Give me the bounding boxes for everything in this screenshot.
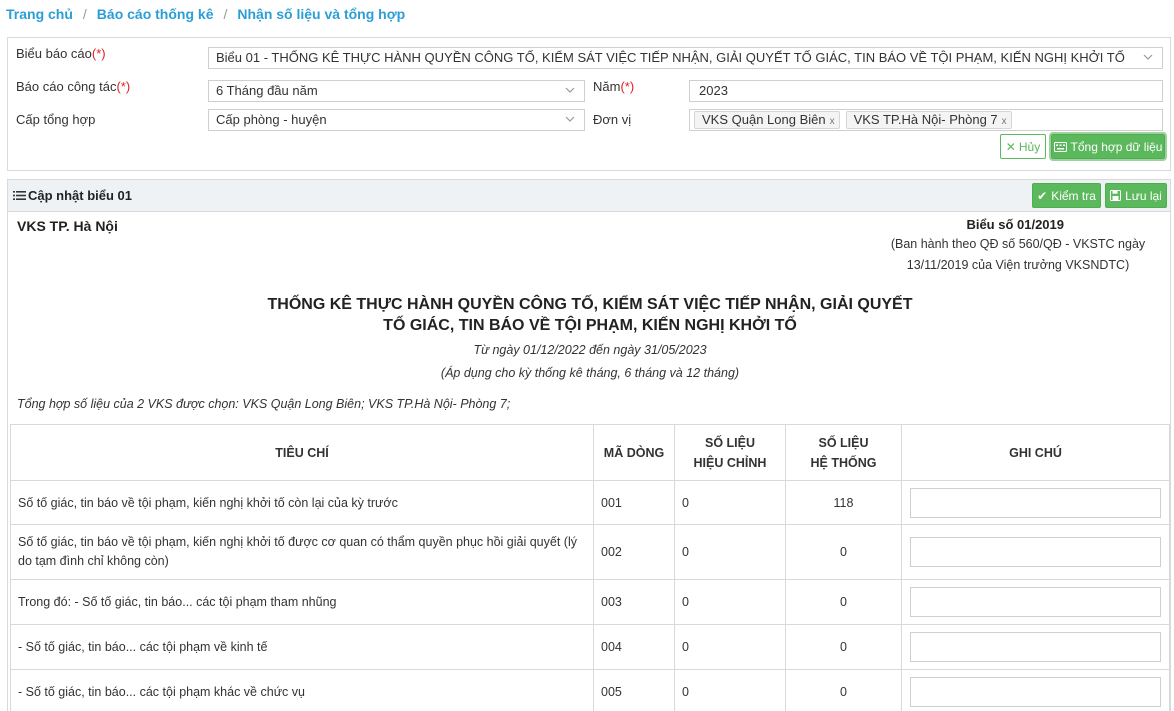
report-form-label: Biểu báo cáo(*) [16,46,106,61]
criteria-cell: - Số tố giác, tin báo... các tội phạm về… [10,624,594,670]
list-icon [13,191,26,200]
keyboard-icon [1053,141,1067,152]
report-summary: Tổng hợp số liệu của 2 VKS được chọn: VK… [17,397,511,411]
column-header-criteria: TIÊU CHÍ [10,424,594,481]
column-header-system: SỐ LIỆU HỆ THỐNG [785,424,902,481]
report-form-select[interactable]: Biểu 01 - THỐNG KÊ THỰC HÀNH QUYỀN CÔNG … [208,47,1163,69]
breadcrumb-separator: / [223,6,228,22]
adjusted-value-cell[interactable]: 0 [674,524,786,580]
system-value-cell: 0 [785,624,902,670]
unit-multiselect[interactable]: VKS Quận Long Biên x VKS TP.Hà Nội- Phòn… [689,109,1163,131]
line-code-cell: 005 [593,669,675,711]
note-input[interactable] [910,537,1161,567]
section-title: Cập nhật biểu 01 [13,188,132,203]
system-value-cell: 0 [785,669,902,711]
close-icon: ✕ [1005,139,1016,154]
adjusted-value-cell[interactable]: 0 [674,579,786,625]
criteria-cell: Số tố giác, tin báo về tội phạm, kiến ng… [10,480,594,525]
note-cell [901,480,1170,525]
note-cell [901,669,1170,711]
level-select[interactable]: Cấp phòng - huyện [208,109,585,131]
save-button[interactable]: Lưu lại [1105,183,1167,208]
note-cell [901,624,1170,670]
issued-note: (Ban hành theo QĐ số 560/QĐ - VKSTC ngày… [890,237,1146,272]
level-label: Cấp tổng hợp [16,112,96,127]
column-header-line-code: MÃ DÒNG [593,424,675,481]
organization-name: VKS TP. Hà Nội [17,218,118,234]
breadcrumb-home[interactable]: Trang chủ [6,6,73,22]
note-input[interactable] [910,677,1161,707]
unit-label: Đơn vị [593,112,632,127]
form-number: Biểu số 01/2019 [966,217,1064,232]
unit-chip: VKS TP.Hà Nội- Phòng 7 x [845,111,1012,130]
floppy-disk-icon [1110,190,1122,201]
note-cell [901,524,1170,580]
line-code-cell: 003 [593,579,675,625]
table-row: - Số tố giác, tin báo... các tội phạm kh… [10,669,1170,711]
breadcrumb-reports[interactable]: Báo cáo thống kê [97,6,214,22]
adjusted-value-cell[interactable]: 0 [674,669,786,711]
report-body: VKS TP. Hà Nội Biểu số 01/2019 (Ban hành… [7,212,1171,711]
work-report-label: Báo cáo công tác(*) [16,79,131,94]
section-header: Cập nhật biểu 01 ✔ Kiểm tra Lưu lại [7,179,1171,212]
report-table: TIÊU CHÍ MÃ DÒNG SỐ LIỆU HIỆU CHỈNH SỐ L… [10,424,1170,711]
criteria-cell: - Số tố giác, tin báo... các tội phạm kh… [10,669,594,711]
chevron-down-icon [565,116,575,122]
breadcrumb: Trang chủ / Báo cáo thống kê / Nhận số l… [6,6,405,22]
report-title: THỐNG KÊ THỰC HÀNH QUYỀN CÔNG TỐ, KIỂM S… [267,296,913,334]
table-row: Số tố giác, tin báo về tội phạm, kiến ng… [10,480,1170,525]
chevron-down-icon [1143,54,1153,60]
system-value-cell: 0 [785,579,902,625]
work-report-select[interactable]: 6 Tháng đầu năm [208,80,585,102]
system-value-cell: 0 [785,524,902,580]
line-code-cell: 001 [593,480,675,525]
table-header-row: TIÊU CHÍ MÃ DÒNG SỐ LIỆU HIỆU CHỈNH SỐ L… [10,424,1170,481]
chip-remove-icon[interactable]: x [1002,114,1007,130]
criteria-cell: Số tố giác, tin báo về tội phạm, kiến ng… [10,524,594,580]
note-input[interactable] [910,487,1161,518]
report-period: Từ ngày 01/12/2022 đến ngày 31/05/2023 [473,343,707,357]
year-label: Năm(*) [593,79,635,94]
chip-remove-icon[interactable]: x [830,114,835,130]
line-code-cell: 004 [593,624,675,670]
system-value-cell: 118 [785,480,902,525]
chevron-down-icon [565,87,575,93]
cancel-button[interactable]: ✕ Hủy [1000,134,1046,159]
breadcrumb-separator: / [82,6,87,22]
table-row: Số tố giác, tin báo về tội phạm, kiến ng… [10,524,1170,580]
column-header-note: GHI CHÚ [901,424,1170,481]
filter-panel: Biểu báo cáo(*) Biểu 01 - THỐNG KÊ THỰC … [7,37,1171,171]
line-code-cell: 002 [593,524,675,580]
note-input[interactable] [910,632,1161,662]
table-row: Trong đó: - Số tố giác, tin báo... các t… [10,579,1170,625]
note-cell [901,579,1170,625]
breadcrumb-current[interactable]: Nhận số liệu và tổng hợp [237,6,405,22]
check-icon: ✔ [1037,188,1048,203]
table-row: - Số tố giác, tin báo... các tội phạm về… [10,624,1170,670]
note-input[interactable] [910,587,1161,617]
adjusted-value-cell[interactable]: 0 [674,624,786,670]
aggregate-data-button[interactable]: Tổng hợp dữ liệu [1049,132,1167,161]
adjusted-value-cell[interactable]: 0 [674,480,786,525]
column-header-adjusted: SỐ LIỆU HIỆU CHỈNH [674,424,786,481]
report-apply-note: (Áp dụng cho kỳ thống kê tháng, 6 tháng … [440,366,740,380]
criteria-cell: Trong đó: - Số tố giác, tin báo... các t… [10,579,594,625]
unit-chip: VKS Quận Long Biên x [694,111,840,129]
year-input[interactable]: 2023 [689,80,1163,102]
check-button[interactable]: ✔ Kiểm tra [1032,183,1101,208]
